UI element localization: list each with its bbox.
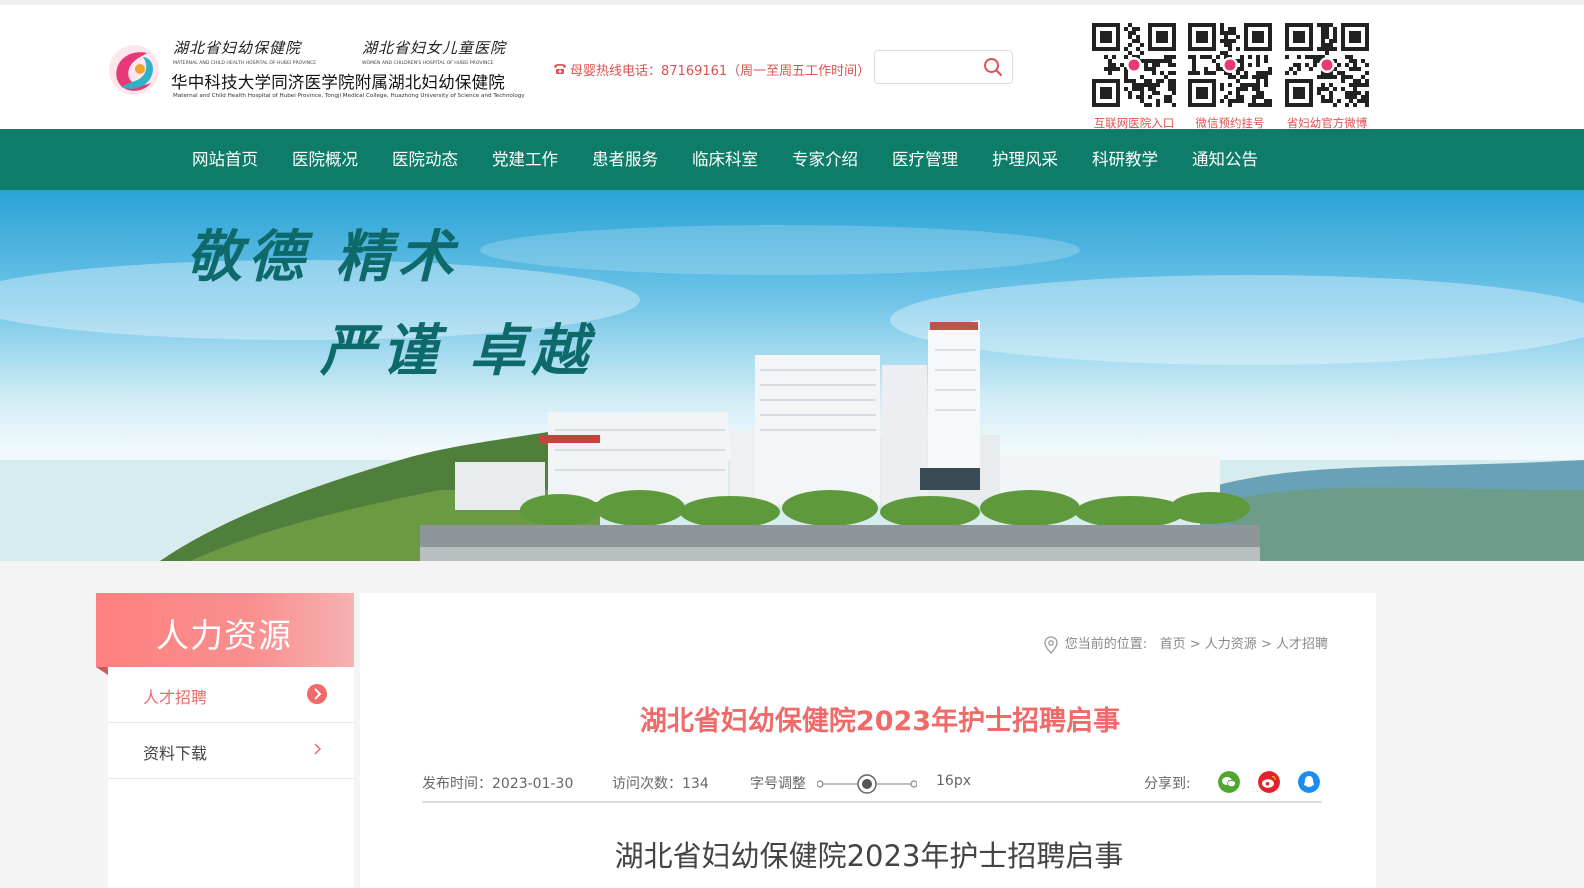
main-nav: 网站首页 医院概况 医院动态 党建工作 患者服务 临床科室 专家介绍 医疗管理 … bbox=[0, 129, 1584, 190]
nav-item-patient-service[interactable]: 患者服务 bbox=[575, 129, 675, 190]
nav-item-news[interactable]: 医院动态 bbox=[375, 129, 475, 190]
qr-code-icon bbox=[1285, 23, 1369, 109]
qq-icon[interactable] bbox=[1298, 771, 1320, 793]
sidebar-item-downloads[interactable]: 资料下载 bbox=[108, 723, 354, 779]
site-header: 湖北省妇幼保健院 湖北省妇女儿童医院 MATERNAL AND CHILD HE… bbox=[0, 0, 1584, 131]
breadcrumb-prefix: 您当前的位置: bbox=[1064, 637, 1148, 652]
article-panel: 您当前的位置: 首页 > 人力资源 > 人才招聘 湖北省妇幼保健院2023年护士… bbox=[360, 593, 1376, 888]
qr-code-icon bbox=[1188, 23, 1272, 109]
search-box bbox=[874, 50, 1013, 84]
publish-info: 发布时间：2023-01-30 bbox=[422, 773, 573, 793]
sidebar-item-label: 资料下载 bbox=[143, 744, 208, 763]
banner-slogan-1: 敬德 精术 bbox=[186, 224, 460, 290]
phone-icon bbox=[554, 64, 566, 74]
publish-date: 2023-01-30 bbox=[492, 776, 574, 792]
qr-code-icon bbox=[1092, 23, 1176, 109]
share-label: 分享到: bbox=[1144, 776, 1191, 792]
nav-item-medical-management[interactable]: 医疗管理 bbox=[875, 129, 975, 190]
article-title: 湖北省妇幼保健院2023年护士招聘启事 bbox=[639, 706, 1121, 737]
nav-item-departments[interactable]: 临床科室 bbox=[675, 129, 775, 190]
search-input[interactable] bbox=[881, 57, 977, 77]
breadcrumb: 您当前的位置: 首页 > 人力资源 > 人才招聘 bbox=[1043, 633, 1328, 654]
chevron-right-icon bbox=[314, 743, 322, 755]
nav-item-overview[interactable]: 医院概况 bbox=[275, 129, 375, 190]
sidebar-item-label: 人才招聘 bbox=[143, 688, 208, 707]
breadcrumb-home[interactable]: 首页 bbox=[1160, 637, 1186, 652]
nav-item-experts[interactable]: 专家介绍 bbox=[775, 129, 875, 190]
sidebar-title: 人力资源 bbox=[156, 616, 292, 655]
visits-label: 访问次数： bbox=[612, 776, 682, 792]
search-icon[interactable] bbox=[982, 56, 1004, 78]
visit-info: 访问次数：134 bbox=[612, 773, 709, 793]
chevron-right-icon bbox=[307, 684, 327, 704]
nav-item-home[interactable]: 网站首页 bbox=[175, 129, 275, 190]
sidebar-item-recruitment[interactable]: 人才招聘 bbox=[108, 667, 354, 723]
logo-english-2: WOMEN AND CHILDREN'S HOSPITAL OF HUBEI P… bbox=[362, 61, 494, 66]
breadcrumb-separator: > bbox=[1260, 637, 1272, 652]
qr-official-weibo[interactable]: 省妇幼官方微博 bbox=[1285, 23, 1369, 131]
breadcrumb-hr[interactable]: 人力资源 bbox=[1205, 637, 1257, 652]
nav-item-party[interactable]: 党建工作 bbox=[475, 129, 575, 190]
sidebar-menu: 人才招聘 资料下载 bbox=[108, 667, 354, 888]
article-body-title: 湖北省妇幼保健院2023年护士招聘启事 bbox=[614, 839, 1124, 873]
logo-english-3: Maternal and Child Health Hospital of Hu… bbox=[173, 93, 525, 99]
breadcrumb-recruitment[interactable]: 人才招聘 bbox=[1276, 637, 1328, 652]
logo-calligraphy-2: 湖北省妇女儿童医院 bbox=[362, 39, 507, 57]
hero-banner: 敬德 精术 严谨 卓越 bbox=[0, 190, 1584, 561]
visits-count: 134 bbox=[682, 776, 709, 792]
hotline: 母婴热线电话：87169161（周一至周五工作时间） bbox=[553, 60, 870, 79]
qr-internet-hospital[interactable]: 互联网医院入口 bbox=[1092, 23, 1176, 131]
hospital-logo[interactable]: 湖北省妇幼保健院 湖北省妇女儿童医院 MATERNAL AND CHILD HE… bbox=[107, 35, 547, 107]
sidebar-fold-decoration bbox=[96, 667, 108, 675]
publish-label: 发布时间： bbox=[422, 776, 492, 792]
font-size-label: 字号调整 bbox=[750, 776, 806, 792]
logo-chinese-name: 华中科技大学同济医学院附属湖北妇幼保健院 bbox=[171, 73, 505, 92]
nav-item-research[interactable]: 科研教学 bbox=[1075, 129, 1175, 190]
hotline-text: 母婴热线电话：87169161（周一至周五工作时间） bbox=[570, 64, 871, 79]
banner-slogan-2: 严谨 卓越 bbox=[320, 318, 594, 384]
sidebar-title-block: 人力资源 bbox=[96, 593, 354, 667]
logo-mark-icon bbox=[109, 45, 159, 95]
logo-calligraphy-1: 湖北省妇幼保健院 bbox=[173, 39, 302, 57]
breadcrumb-separator: > bbox=[1189, 637, 1201, 652]
font-size-slider[interactable] bbox=[817, 774, 917, 794]
location-pin-icon bbox=[1044, 635, 1058, 654]
nav-item-nursing[interactable]: 护理风采 bbox=[975, 129, 1075, 190]
wechat-icon[interactable] bbox=[1218, 771, 1240, 793]
font-size-value: 16px bbox=[936, 773, 971, 789]
nav-item-notices[interactable]: 通知公告 bbox=[1175, 129, 1275, 190]
qr-wechat-booking[interactable]: 微信预约挂号 bbox=[1188, 23, 1272, 131]
logo-english-1: MATERNAL AND CHILD HEALTH HOSPITAL OF HU… bbox=[173, 61, 317, 66]
article-meta-bar: 发布时间：2023-01-30 访问次数：134 字号调整 16px 分享到: bbox=[422, 771, 1322, 803]
weibo-icon[interactable] bbox=[1258, 771, 1280, 793]
